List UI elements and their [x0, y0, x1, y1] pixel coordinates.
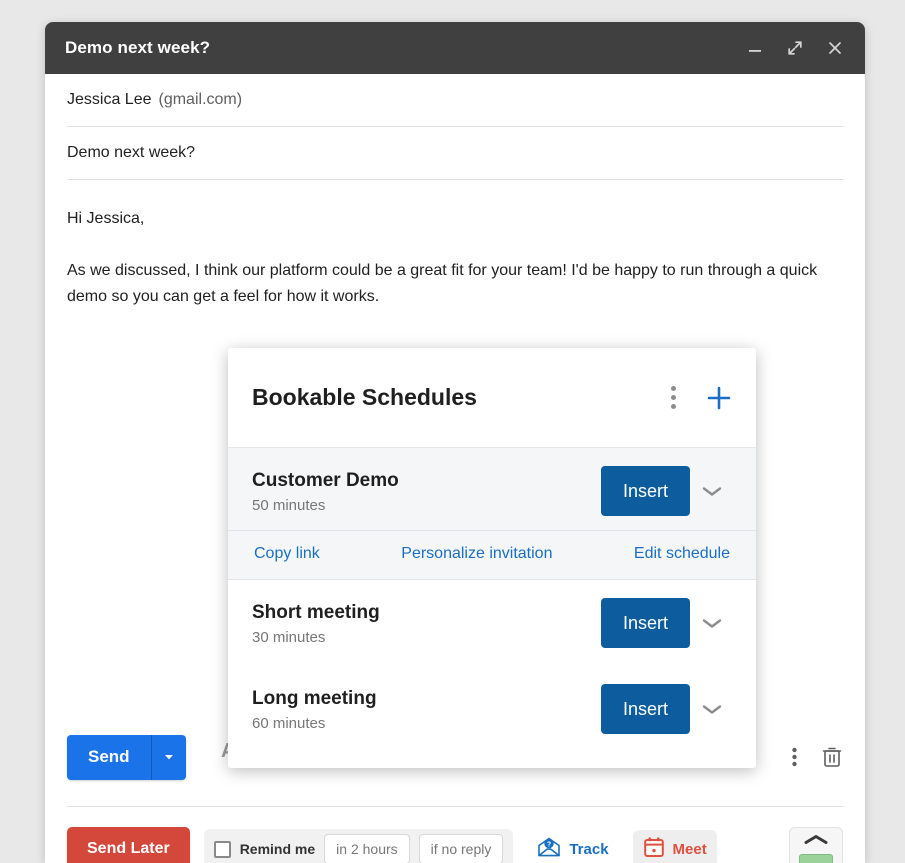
body-paragraph-greeting: Hi Jessica,	[67, 210, 145, 227]
svg-text:?: ?	[547, 841, 551, 848]
recipient-domain: (gmail.com)	[158, 91, 243, 108]
schedule-row[interactable]: Customer Demo 50 minutes Insert	[228, 448, 756, 530]
schedule-duration: 50 minutes	[252, 497, 326, 514]
insert-button[interactable]: Insert	[600, 466, 690, 516]
remind-me-label: Remind me	[239, 841, 316, 857]
toolbar-status-bar	[799, 853, 833, 863]
bookable-schedules-popup: Bookable Schedules Customer Demo 50 minu…	[228, 348, 756, 768]
track-button[interactable]: ? Track	[527, 831, 618, 863]
subject-field[interactable]: Demo next week?	[67, 127, 843, 180]
recipient-field[interactable]: Jessica Lee (gmail.com)	[67, 74, 843, 127]
popup-title: Bookable Schedules	[252, 384, 477, 410]
insert-button[interactable]: Insert	[600, 684, 690, 734]
collapse-toolbar-button[interactable]	[789, 827, 843, 863]
send-row-icons	[792, 745, 843, 769]
screen: Demo next week? Jessica Lee (gmail.com) …	[0, 0, 905, 863]
schedule-name: Short meeting	[252, 602, 380, 623]
personalize-invitation-action[interactable]: Personalize invitation	[401, 545, 552, 563]
schedule-duration: 30 minutes	[252, 629, 326, 646]
send-options-chevron-down-icon[interactable]	[152, 735, 186, 780]
schedule-info: Customer Demo 50 minutes	[252, 468, 601, 514]
track-label: Track	[569, 840, 609, 858]
remind-me-group: Remind me in 2 hours if no reply	[203, 829, 514, 863]
popup-header-actions	[665, 382, 734, 413]
remind-time-select[interactable]: in 2 hours	[324, 834, 410, 863]
schedule-info: Long meeting 60 minutes	[252, 686, 601, 732]
meet-button[interactable]: Meet	[632, 829, 717, 863]
bottom-divider	[67, 806, 843, 807]
popup-kebab-menu-icon[interactable]	[665, 382, 682, 413]
schedule-name: Customer Demo	[252, 470, 399, 491]
schedule-info: Short meeting 30 minutes	[252, 600, 601, 646]
remind-me-checkbox[interactable]	[213, 840, 231, 858]
schedule-name: Long meeting	[252, 688, 377, 709]
compose-titlebar: Demo next week?	[45, 22, 865, 74]
popup-footer-padding	[228, 752, 756, 768]
add-schedule-plus-icon[interactable]	[704, 383, 734, 413]
trash-icon[interactable]	[821, 745, 843, 769]
kebab-menu-icon[interactable]	[792, 747, 797, 767]
minimize-icon[interactable]	[743, 36, 767, 60]
insert-button[interactable]: Insert	[600, 598, 690, 648]
send-button-group: Send	[67, 734, 186, 780]
expand-icon[interactable]	[783, 36, 807, 60]
recipient-name: Jessica Lee	[67, 91, 152, 108]
bottom-toolbar: Send Later Remind me in 2 hours if no re…	[45, 814, 865, 863]
popup-header: Bookable Schedules	[228, 348, 756, 448]
schedule-chevron-down-icon[interactable]	[690, 702, 734, 716]
subject-value: Demo next week?	[67, 144, 196, 161]
window-controls	[743, 36, 847, 60]
schedule-row[interactable]: Short meeting 30 minutes Insert	[228, 580, 756, 666]
remind-condition-select[interactable]: if no reply	[418, 834, 504, 863]
tracked-envelope-icon: ?	[537, 837, 561, 862]
message-body[interactable]: Hi Jessica, As we discussed, I think our…	[45, 180, 865, 310]
body-paragraph-main: As we discussed, I think our platform co…	[67, 262, 818, 305]
send-later-button[interactable]: Send Later	[67, 827, 190, 863]
schedule-row[interactable]: Long meeting 60 minutes Insert	[228, 666, 756, 752]
chevron-up-icon	[803, 832, 829, 850]
compose-window-title: Demo next week?	[65, 38, 211, 57]
send-button[interactable]: Send	[67, 735, 151, 780]
schedule-duration: 60 minutes	[252, 715, 326, 732]
edit-schedule-action[interactable]: Edit schedule	[634, 545, 730, 563]
meet-label: Meet	[672, 840, 707, 858]
calendar-icon	[643, 836, 665, 863]
schedule-chevron-down-icon[interactable]	[690, 616, 734, 630]
copy-link-action[interactable]: Copy link	[254, 545, 320, 563]
close-icon[interactable]	[823, 36, 847, 60]
schedule-links: Copy link Personalize invitation Edit sc…	[228, 530, 756, 580]
schedule-chevron-up-icon[interactable]	[690, 484, 734, 498]
